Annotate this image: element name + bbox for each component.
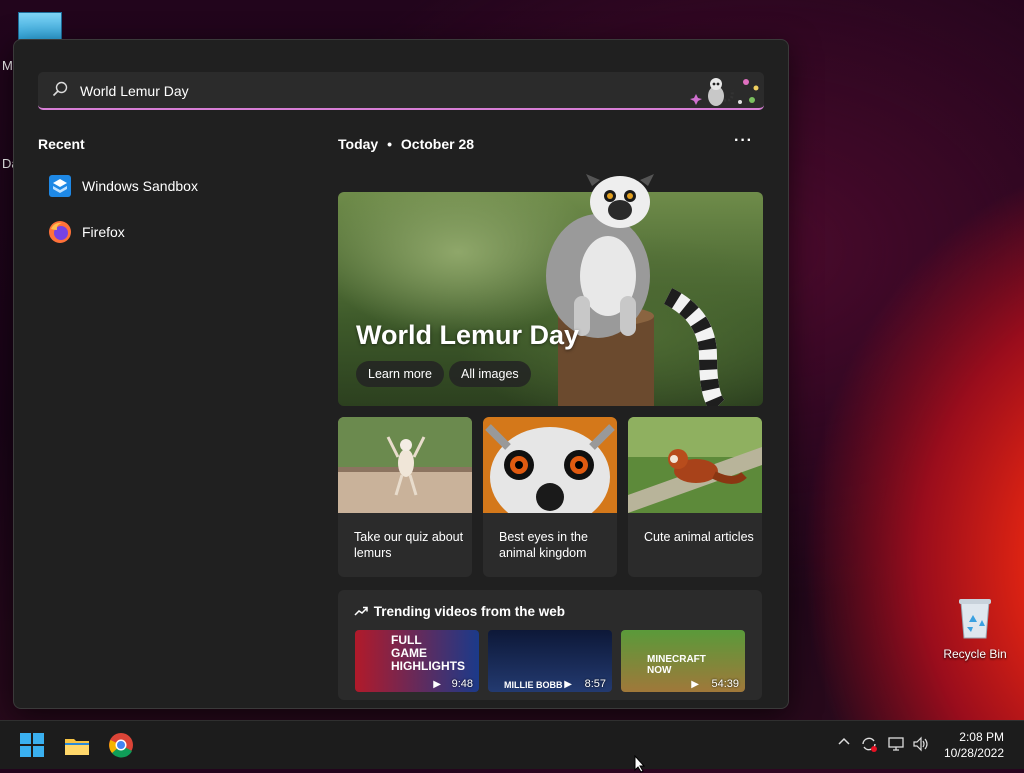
mouse-cursor-icon	[634, 755, 646, 773]
windows-sandbox-icon	[48, 174, 72, 198]
date-heading: Today • October 28	[338, 136, 474, 152]
trending-arrow-icon	[354, 606, 368, 616]
chrome-icon[interactable]	[107, 731, 135, 759]
lemur-face-image	[483, 417, 617, 527]
search-icon	[52, 81, 68, 97]
recycle-bin[interactable]: Recycle Bin	[938, 596, 1012, 661]
recent-item-label: Firefox	[82, 224, 125, 240]
lemur-illustration-icon	[690, 78, 759, 106]
clock-time: 2:08 PM	[959, 730, 1004, 744]
red-panda-image	[628, 417, 762, 513]
trending-title-text: Trending videos from the web	[373, 604, 566, 619]
card-lemur-quiz[interactable]: Take our quiz about lemurs	[338, 417, 472, 577]
play-icon: ▶	[691, 679, 699, 690]
card-best-eyes[interactable]: Best eyes in the animal kingdom	[483, 417, 617, 577]
recent-item-label: Windows Sandbox	[82, 178, 198, 194]
firefox-icon	[48, 220, 72, 244]
all-images-button[interactable]: All images	[449, 361, 531, 387]
card-text: Cute animal articles	[644, 530, 754, 544]
dancing-lemur-image	[338, 417, 472, 513]
video-caption: MILLIE BOBB	[504, 680, 563, 690]
volume-icon[interactable]	[912, 735, 930, 758]
video-thumbnail[interactable]: MINECRAFT NOW ▶ 54:39	[621, 630, 745, 692]
video-caption: MINECRAFT NOW	[647, 654, 706, 676]
play-icon: ▶	[564, 679, 572, 690]
video-caption: FULL GAME HIGHLIGHTS	[391, 633, 465, 673]
play-icon: ▶	[433, 679, 441, 690]
clock-date: 10/28/2022	[943, 746, 1004, 760]
trending-videos-section: Trending videos from the web FULL GAME H…	[338, 590, 762, 700]
hero-card[interactable]: World Lemur Day Learn more All images	[338, 174, 763, 406]
file-explorer-icon[interactable]	[63, 731, 91, 759]
search-input[interactable]	[78, 78, 642, 104]
search-panel: Recent Windows Sandbox Firefox Today • O…	[13, 39, 789, 709]
learn-more-button[interactable]: Learn more	[356, 361, 444, 387]
sync-icon[interactable]	[860, 735, 878, 758]
date-label: Today	[338, 136, 379, 152]
system-clock[interactable]: 2:08 PM 10/28/2022	[944, 729, 1004, 761]
card-text: Best eyes in the animal kingdom	[499, 530, 588, 560]
card-cute-animals[interactable]: Cute animal articles	[628, 417, 762, 577]
video-thumbnail[interactable]: FULL GAME HIGHLIGHTS ▶ 9:48	[355, 630, 479, 692]
recent-item-windows-sandbox[interactable]: Windows Sandbox	[48, 168, 288, 204]
video-thumbnail[interactable]: MILLIE BOBB ▶ 8:57	[488, 630, 612, 692]
recent-item-firefox[interactable]: Firefox	[48, 214, 288, 250]
desktop-icon-partial[interactable]	[18, 12, 62, 42]
show-hidden-icons-chevron-icon[interactable]	[837, 735, 851, 754]
search-box[interactable]	[38, 72, 764, 110]
card-text: Take our quiz about lemurs	[354, 530, 464, 560]
taskbar: 2:08 PM 10/28/2022	[0, 720, 1024, 769]
date-separator: •	[387, 136, 392, 152]
video-duration: 8:57	[584, 678, 606, 690]
date-value: October 28	[400, 136, 475, 152]
desktop-partial-label: M	[2, 58, 13, 73]
hero-title: World Lemur Day	[356, 320, 580, 350]
video-duration: 9:48	[451, 678, 473, 690]
start-button[interactable]	[18, 731, 46, 759]
recycle-bin-icon	[959, 599, 991, 639]
recycle-bin-label: Recycle Bin	[943, 647, 1007, 661]
video-duration: 54:39	[711, 678, 739, 690]
trending-title: Trending videos from the web	[354, 604, 565, 619]
recent-heading: Recent	[38, 136, 85, 152]
network-icon[interactable]	[887, 735, 905, 758]
more-options-button[interactable]: ···	[734, 132, 753, 150]
